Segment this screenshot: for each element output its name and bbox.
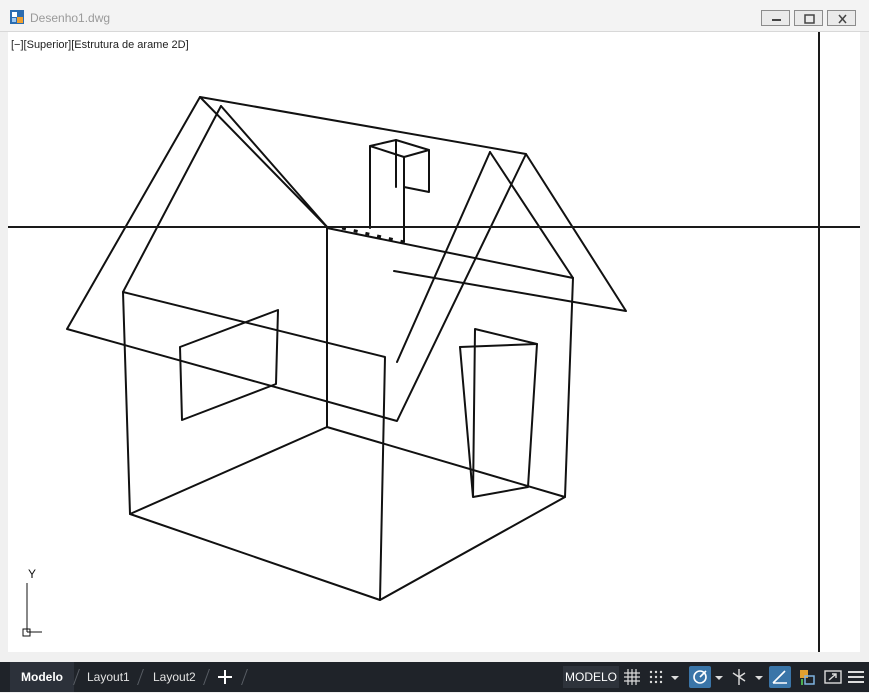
chimney	[369, 139, 430, 229]
angle-icon	[772, 670, 787, 684]
house-wireframe-drawing	[8, 32, 860, 652]
wall-front-left	[122, 291, 386, 601]
add-layout-icon[interactable]	[218, 670, 232, 684]
model-space-button[interactable]: MODELO	[563, 666, 619, 688]
ucs-icon	[22, 583, 42, 637]
chevron-down-icon[interactable]	[668, 667, 682, 687]
door-leaf	[459, 343, 538, 348]
object-snap-tracking-button[interactable]	[769, 666, 791, 688]
drawing-file-icon	[10, 10, 24, 24]
restore-icon	[804, 14, 815, 24]
chevron-down-icon[interactable]	[752, 667, 766, 687]
title-bar: Desenho1.dwg	[0, 0, 869, 32]
roof-right-inner	[489, 151, 574, 279]
roof-left-inner	[122, 105, 222, 293]
polar-tracking-icon	[693, 670, 707, 684]
tab-layout2[interactable]: Layout2	[153, 662, 196, 692]
minimize-button[interactable]	[761, 10, 790, 26]
window-title: Desenho1.dwg	[30, 11, 111, 25]
wall-right-edge	[564, 277, 574, 498]
roof-left-outline	[66, 96, 527, 422]
annotation-scale-icon[interactable]	[797, 667, 817, 687]
eave-line	[326, 227, 574, 279]
chevron-down-icon[interactable]	[712, 667, 726, 687]
grid-icon[interactable]	[622, 667, 642, 687]
tab-divider	[241, 669, 248, 685]
close-button[interactable]	[827, 10, 856, 26]
wall-floor	[129, 426, 566, 601]
tab-divider	[73, 669, 80, 685]
ucs-y-label: Y	[28, 567, 37, 581]
snap-icon[interactable]	[647, 667, 667, 687]
tab-divider	[137, 669, 144, 685]
status-bar: Modelo Layout1 Layout2 MODELO	[0, 662, 869, 692]
tab-divider	[203, 669, 210, 685]
dotted-edge	[341, 226, 405, 244]
tab-layout1[interactable]: Layout1	[87, 662, 130, 692]
fullscreen-icon[interactable]	[823, 667, 843, 687]
minimize-icon	[772, 19, 781, 21]
restore-button[interactable]	[794, 10, 823, 26]
roof-ridge-line	[220, 105, 329, 229]
tab-modelo[interactable]: Modelo	[10, 662, 74, 692]
drawing-viewport[interactable]: [−][Superior][Estrutura de arame 2D] Y	[8, 32, 860, 652]
menu-icon[interactable]	[846, 667, 866, 687]
polar-tracking-button[interactable]	[689, 666, 711, 688]
isometric-drafting-icon[interactable]	[729, 667, 749, 687]
close-icon	[838, 14, 847, 24]
door-frame	[459, 328, 538, 498]
